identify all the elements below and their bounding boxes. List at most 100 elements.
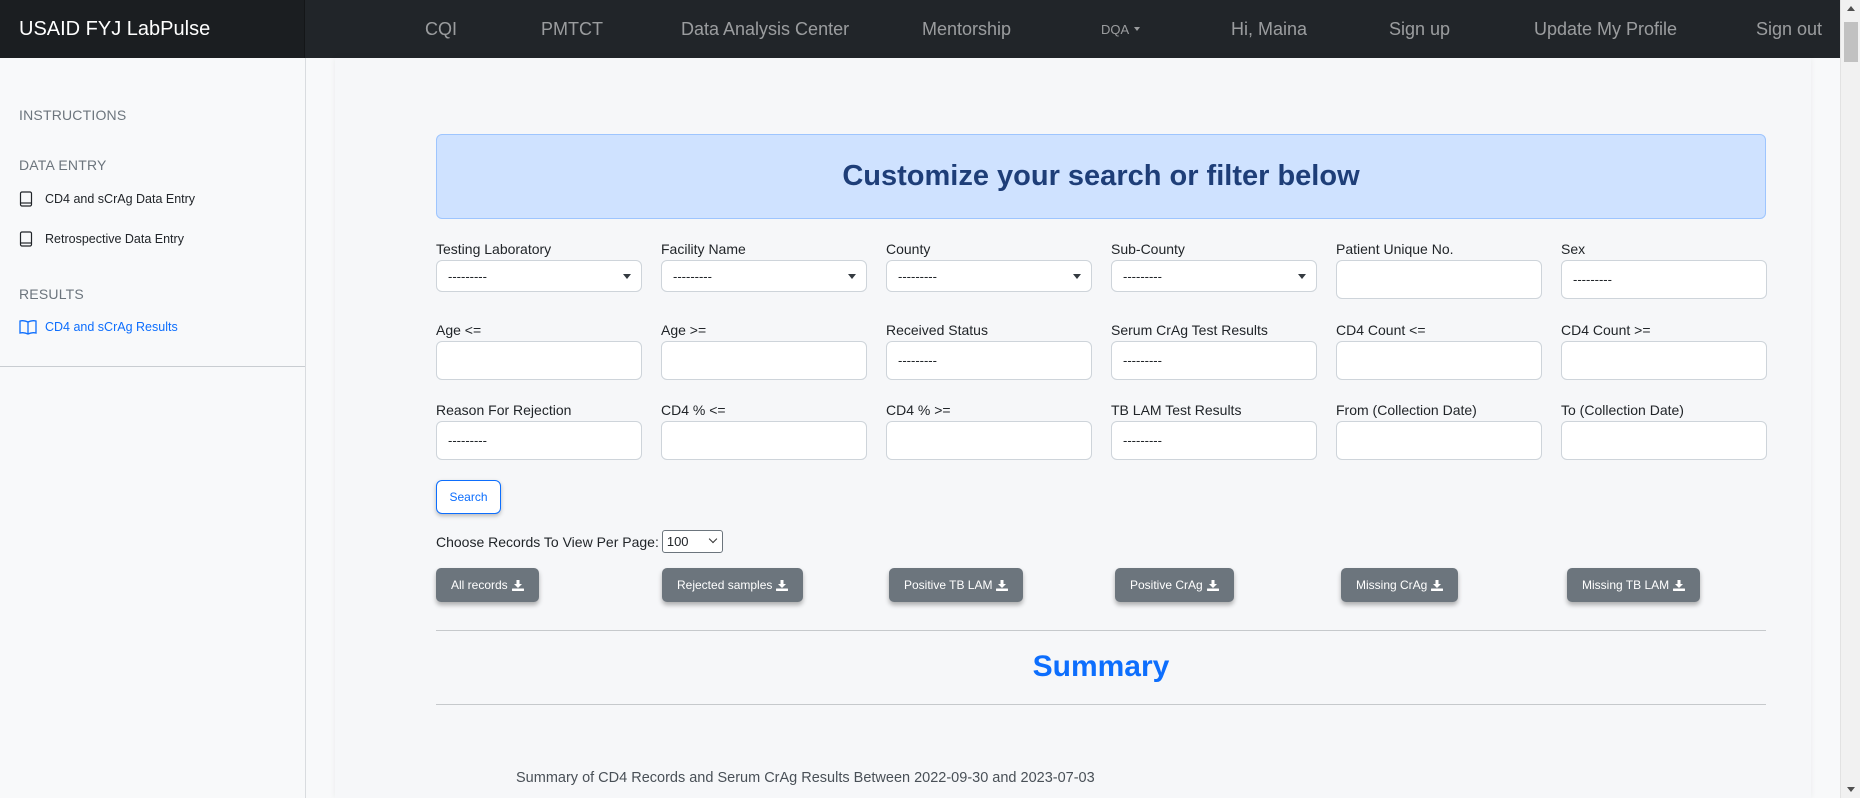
patient-unique-no-input[interactable]: [1336, 260, 1542, 299]
age-max-input[interactable]: [436, 341, 642, 380]
download-positive-crag-button[interactable]: Positive CrAg: [1115, 568, 1234, 602]
button-label: Positive TB LAM: [904, 578, 993, 592]
field-label: CD4 Count >=: [1561, 322, 1651, 338]
filter-reason-for-rejection: Reason For Rejection ---------: [436, 402, 642, 460]
field-label: Reason For Rejection: [436, 402, 572, 418]
facility-name-select[interactable]: ---------: [661, 260, 867, 292]
field-label: Sex: [1561, 241, 1586, 257]
sidebar-item-label: Retrospective Data Entry: [45, 232, 184, 246]
field-label: Facility Name: [661, 241, 746, 257]
field-label: Patient Unique No.: [1336, 241, 1454, 257]
sidebar-item-cd4-data-entry[interactable]: CD4 and sCrAg Data Entry: [19, 191, 195, 207]
from-collection-date-input[interactable]: [1336, 421, 1542, 460]
button-label: Rejected samples: [677, 578, 773, 592]
summary-title: Summary: [1032, 650, 1170, 683]
filter-sex: Sex ---------: [1561, 241, 1767, 299]
download-missing-crag-button[interactable]: Missing CrAg: [1341, 568, 1459, 602]
nav-sign-out[interactable]: Sign out: [1756, 0, 1822, 58]
field-label: Age >=: [661, 322, 707, 338]
records-per-page-select[interactable]: 100: [661, 530, 723, 553]
sidebar-item-retrospective-data-entry[interactable]: Retrospective Data Entry: [19, 231, 184, 247]
field-label: TB LAM Test Results: [1111, 402, 1242, 418]
download-all-records-button[interactable]: All records: [436, 568, 539, 602]
filter-serum-crag-results: Serum CrAg Test Results ---------: [1111, 322, 1317, 380]
select-value: ---------: [448, 268, 487, 284]
button-label: Positive CrAg: [1130, 578, 1203, 592]
field-label: Sub-County: [1111, 241, 1185, 257]
scroll-up-arrow-icon[interactable]: [1847, 6, 1855, 11]
filter-facility-name: Facility Name ---------: [661, 241, 867, 292]
banner-title: Customize your search or filter below: [842, 160, 1360, 192]
download-positive-tb-lam-button[interactable]: Positive TB LAM: [889, 568, 1024, 602]
download-icon: [511, 579, 524, 591]
filter-age-max: Age <=: [436, 322, 642, 380]
filter-banner: Customize your search or filter below: [436, 134, 1766, 219]
filter-cd4-count-min: CD4 Count >=: [1561, 322, 1767, 380]
nav-data-analysis-center[interactable]: Data Analysis Center: [681, 0, 849, 58]
sex-field[interactable]: ---------: [1561, 260, 1767, 299]
field-label: CD4 Count <=: [1336, 322, 1426, 338]
download-icon: [776, 579, 789, 591]
select-value: ---------: [1123, 268, 1162, 284]
filter-tb-lam-results: TB LAM Test Results ---------: [1111, 402, 1317, 460]
scroll-down-arrow-icon[interactable]: [1847, 787, 1855, 792]
sidebar-item-label: CD4 and sCrAg Data Entry: [45, 192, 196, 206]
nav-sign-up[interactable]: Sign up: [1389, 0, 1450, 58]
field-label: Testing Laboratory: [436, 241, 552, 257]
filter-to-collection-date: To (Collection Date): [1561, 402, 1767, 460]
filter-received-status: Received Status ---------: [886, 322, 1092, 380]
sidebar-item-cd4-results[interactable]: CD4 and sCrAg Results: [19, 319, 178, 335]
download-icon: [1431, 579, 1444, 591]
search-button[interactable]: Search: [436, 480, 501, 514]
sidebar-instructions[interactable]: INSTRUCTIONS: [19, 107, 126, 123]
open-book-icon: [19, 320, 37, 335]
chevron-down-icon: [848, 274, 856, 279]
content-card: Customize your search or filter below Te…: [335, 58, 1811, 798]
county-select[interactable]: ---------: [886, 260, 1092, 292]
field-label: From (Collection Date): [1336, 402, 1477, 418]
field-label: County: [886, 241, 931, 257]
main-content: Customize your search or filter below Te…: [306, 58, 1840, 798]
filter-from-collection-date: From (Collection Date): [1336, 402, 1542, 460]
field-label: CD4 % <=: [661, 402, 726, 418]
nav-cqi[interactable]: CQI: [425, 0, 457, 58]
chevron-down-icon: [708, 534, 718, 544]
nav-update-profile[interactable]: Update My Profile: [1534, 0, 1677, 58]
filter-age-min: Age >=: [661, 322, 867, 380]
cd4-percent-min-input[interactable]: [886, 421, 1092, 460]
sub-county-select[interactable]: ---------: [1111, 260, 1317, 292]
divider: [436, 630, 1766, 631]
nav-mentorship[interactable]: Mentorship: [922, 0, 1011, 58]
field-label: To (Collection Date): [1561, 402, 1684, 418]
sidebar-menu: INSTRUCTIONS DATA ENTRY CD4 and sCrAg Da…: [0, 58, 305, 367]
scrollbar-thumb[interactable]: [1844, 22, 1858, 62]
field-label: CD4 % >=: [886, 402, 951, 418]
cd4-percent-max-input[interactable]: [661, 421, 867, 460]
sidebar-heading-results: RESULTS: [19, 286, 84, 302]
nav-dqa-dropdown[interactable]: DQA: [1101, 0, 1141, 58]
download-missing-tb-lam-button[interactable]: Missing TB LAM: [1567, 568, 1701, 602]
reason-for-rejection-field[interactable]: ---------: [436, 421, 642, 460]
age-min-input[interactable]: [661, 341, 867, 380]
field-label: Serum CrAg Test Results: [1111, 322, 1268, 338]
serum-crag-results-field[interactable]: ---------: [1111, 341, 1317, 380]
page-scrollbar[interactable]: [1840, 0, 1860, 798]
button-label: Missing TB LAM: [1582, 578, 1670, 592]
nav-pmtct[interactable]: PMTCT: [541, 0, 603, 58]
received-status-field[interactable]: ---------: [886, 341, 1092, 380]
filter-cd4-count-max: CD4 Count <=: [1336, 322, 1542, 380]
field-label: Age <=: [436, 322, 482, 338]
tb-lam-results-field[interactable]: ---------: [1111, 421, 1317, 460]
brand-logo[interactable]: USAID FYJ LabPulse: [0, 0, 305, 58]
testing-laboratory-select[interactable]: ---------: [436, 260, 642, 292]
sidebar-item-label: CD4 and sCrAg Results: [45, 320, 178, 334]
download-rejected-samples-button[interactable]: Rejected samples: [662, 568, 804, 602]
sidebar: INSTRUCTIONS DATA ENTRY CD4 and sCrAg Da…: [0, 58, 306, 798]
cd4-count-max-input[interactable]: [1336, 341, 1542, 380]
to-collection-date-input[interactable]: [1561, 421, 1767, 460]
cd4-count-min-input[interactable]: [1561, 341, 1767, 380]
nav-user-greeting[interactable]: Hi, Maina: [1231, 0, 1307, 58]
button-label: Missing CrAg: [1356, 578, 1428, 592]
button-label: All records: [451, 578, 508, 592]
caret-down-icon: [1134, 27, 1141, 31]
